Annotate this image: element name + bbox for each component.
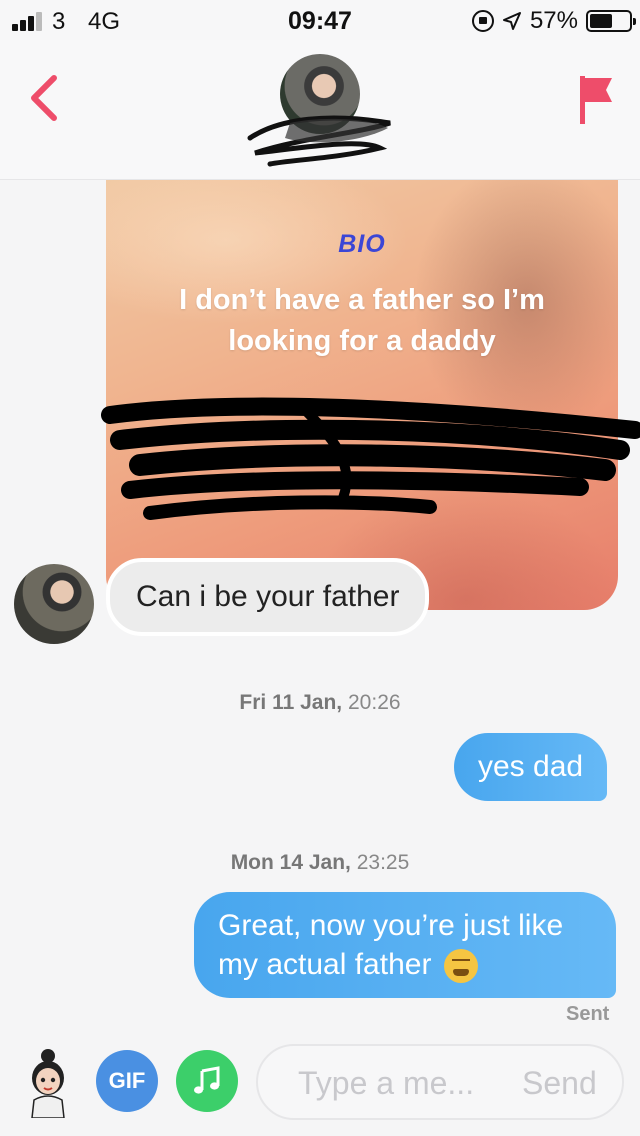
location-arrow-icon — [502, 12, 521, 30]
redacted-match-name — [247, 115, 391, 167]
status-bar: 3 4G 09:47 57% — [0, 0, 640, 40]
message-status: Sent — [566, 1003, 610, 1025]
send-button[interactable]: Send — [522, 1065, 597, 1102]
music-note-icon — [194, 1066, 220, 1094]
redaction-scribble — [101, 397, 640, 520]
rotation-lock-icon — [471, 10, 494, 32]
tired-face-emoji-icon — [443, 949, 478, 984]
outgoing-message-text: yes dad — [478, 750, 584, 783]
outgoing-message: yes dad — [454, 733, 608, 801]
outgoing-message-text: Great, now you’re just like my actual fa… — [218, 909, 564, 981]
timestamp-1: Fri 11 Jan, 20:26 — [239, 691, 401, 714]
message-input-placeholder: Type a me... — [298, 1065, 475, 1101]
music-button[interactable] — [176, 1050, 238, 1112]
outgoing-message: Great, now you’re just like my actual fa… — [194, 892, 616, 998]
timestamp-2: Mon 14 Jan, 23:25 — [230, 851, 410, 874]
bio-text: I don’t have a father so I’m looking for… — [179, 284, 545, 357]
gif-button[interactable]: GIF — [96, 1050, 158, 1112]
match-avatar-small[interactable] — [14, 564, 94, 644]
chat-header — [0, 40, 640, 180]
incoming-message-text: Can i be your father — [136, 580, 400, 613]
bio-label: BIO — [338, 230, 386, 258]
battery-percent: 57% — [529, 7, 578, 34]
bitmoji-icon[interactable] — [26, 1048, 70, 1118]
message-input[interactable]: Type a me... Send — [256, 1044, 624, 1120]
incoming-message: Can i be your father — [106, 558, 430, 636]
chevron-left-icon[interactable] — [22, 72, 66, 124]
battery-icon — [586, 10, 636, 32]
flag-icon[interactable] — [574, 72, 618, 128]
